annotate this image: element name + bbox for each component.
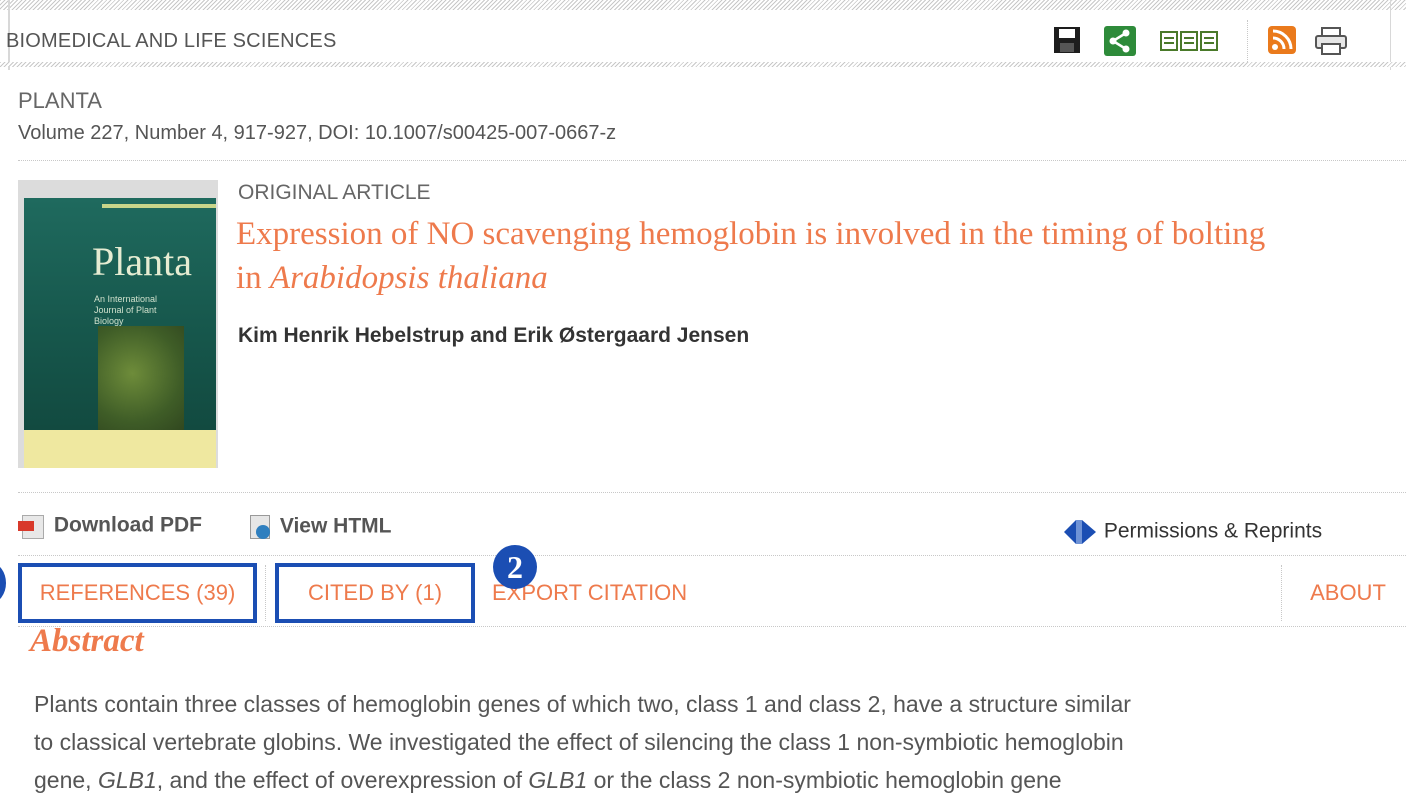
cover-title: Planta — [92, 239, 192, 284]
tab-divider-right — [1281, 565, 1282, 621]
authors[interactable]: Kim Henrik Hebelstrup and Erik Østergaar… — [238, 324, 749, 348]
download-pdf-label: Download PDF — [53, 513, 203, 537]
cover-footer — [24, 430, 216, 468]
view-html-link[interactable]: View HTML — [246, 513, 391, 541]
html-icon — [246, 513, 274, 541]
journal-name[interactable]: PLANTA — [18, 88, 102, 114]
article-title: Expression of NO scavenging hemoglobin i… — [236, 212, 1396, 300]
meta-divider — [18, 160, 1406, 161]
view-html-label: View HTML — [279, 514, 392, 538]
journal-cover[interactable]: Planta An International Journal of Plant… — [18, 180, 218, 468]
tab-cited-by-label: CITED BY (1) — [307, 580, 443, 605]
permissions-link[interactable]: Permissions & Reprints — [1062, 515, 1322, 549]
abstract-line-1: Plants contain three classes of hemoglob… — [34, 691, 1131, 717]
tab-divider — [265, 565, 266, 621]
subject-category: BIOMEDICAL AND LIFE SCIENCES — [6, 30, 337, 52]
share-icon[interactable] — [1104, 26, 1136, 61]
actions-divider — [18, 555, 1406, 556]
reader-icon[interactable] — [1160, 30, 1218, 57]
marker-badge-1 — [0, 563, 6, 603]
abstract-line-3-c: or the class 2 non-symbiotic hemoglobin … — [587, 767, 1062, 793]
tab-about-label: ABOUT — [1310, 580, 1386, 605]
abstract-line-3-a: gene, — [34, 767, 98, 793]
rss-icon[interactable] — [1268, 26, 1296, 59]
tab-references[interactable]: REFERENCES (39) — [18, 563, 257, 623]
top-border — [0, 0, 1406, 10]
download-pdf-link[interactable]: Download PDF — [18, 513, 202, 539]
permissions-icon — [1064, 520, 1096, 544]
cover-art: Planta An International Journal of Plant… — [24, 198, 216, 430]
tab-cited-by[interactable]: CITED BY (1) — [275, 563, 475, 623]
pdf-icon — [18, 513, 48, 539]
tab-about[interactable]: ABOUT — [1300, 563, 1396, 623]
permissions-label: Permissions & Reprints — [1103, 519, 1323, 543]
title-line-2-prefix: in — [236, 260, 270, 296]
cover-photo — [98, 326, 184, 430]
right-border — [1390, 0, 1391, 70]
cover-top-strip — [102, 204, 216, 208]
tab-references-label: REFERENCES (39) — [39, 580, 236, 605]
abstract-line-2: to classical vertebrate globins. We inve… — [34, 729, 1124, 755]
save-icon[interactable] — [1053, 26, 1081, 59]
abstract-body: Plants contain three classes of hemoglob… — [34, 685, 1394, 799]
abstract-gene-2: GLB1 — [528, 767, 588, 793]
header-separator — [0, 62, 1406, 67]
abstract-line-3-b: , and the effect of overexpression of — [156, 767, 529, 793]
abstract-line-3: gene, GLB1, and the effect of overexpres… — [34, 761, 1394, 799]
marker-badge-2: 2 — [493, 545, 537, 589]
abstract-heading: Abstract — [30, 623, 144, 659]
cover-divider — [18, 492, 1406, 493]
volume-doi: Volume 227, Number 4, 917-927, DOI: 10.1… — [18, 122, 617, 144]
tabs-divider — [18, 626, 1406, 627]
abstract-gene-1: GLB1 — [97, 767, 157, 793]
toolbar-divider — [1247, 20, 1248, 64]
print-icon[interactable] — [1314, 26, 1348, 61]
title-line-1: Expression of NO scavenging hemoglobin i… — [236, 216, 1266, 252]
article-type: ORIGINAL ARTICLE — [238, 181, 431, 204]
cover-subtitle: An International Journal of Plant Biolog… — [94, 294, 158, 326]
title-species: Arabidopsis thaliana — [269, 260, 548, 296]
